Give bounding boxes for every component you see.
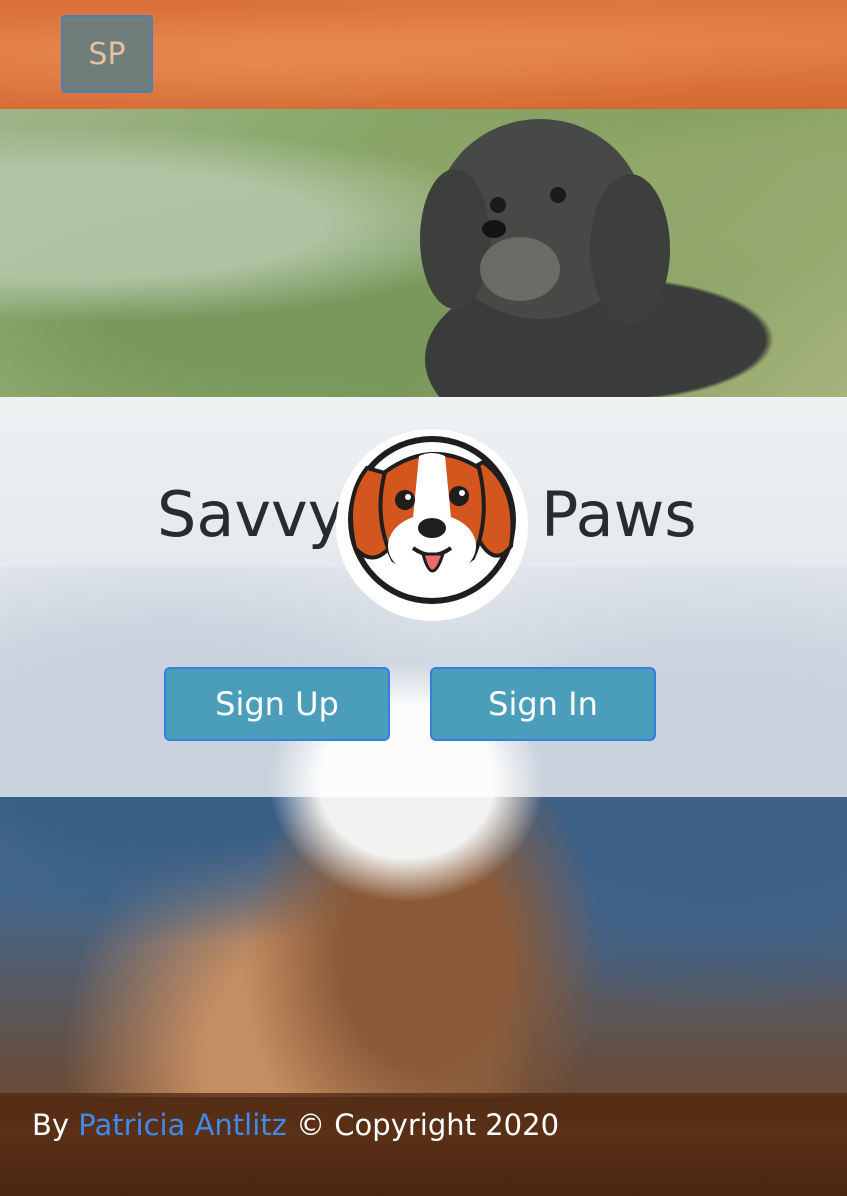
footer-copyright: © Copyright 2020 xyxy=(296,1108,560,1142)
home-logo-button[interactable]: SP xyxy=(61,15,153,93)
dog-photo-icon xyxy=(420,119,670,397)
sign-up-button[interactable]: Sign Up xyxy=(164,667,390,741)
brand-name-left: Savvy xyxy=(157,478,345,551)
logo-label: SP xyxy=(88,36,126,72)
brand-name-right: Paws xyxy=(541,478,697,551)
footer-credit: By Patricia Antlitz © Copyright 2020 xyxy=(32,1108,559,1142)
landing-page: SP Savvy Paws Sign Up Sign In By Patrici… xyxy=(0,0,847,1196)
author-link[interactable]: Patricia Antlitz xyxy=(78,1108,287,1142)
sign-in-button[interactable]: Sign In xyxy=(430,667,656,741)
footer-by: By xyxy=(32,1108,70,1142)
beagle-mascot-icon xyxy=(336,429,528,621)
dog-hero-photo xyxy=(0,109,847,397)
